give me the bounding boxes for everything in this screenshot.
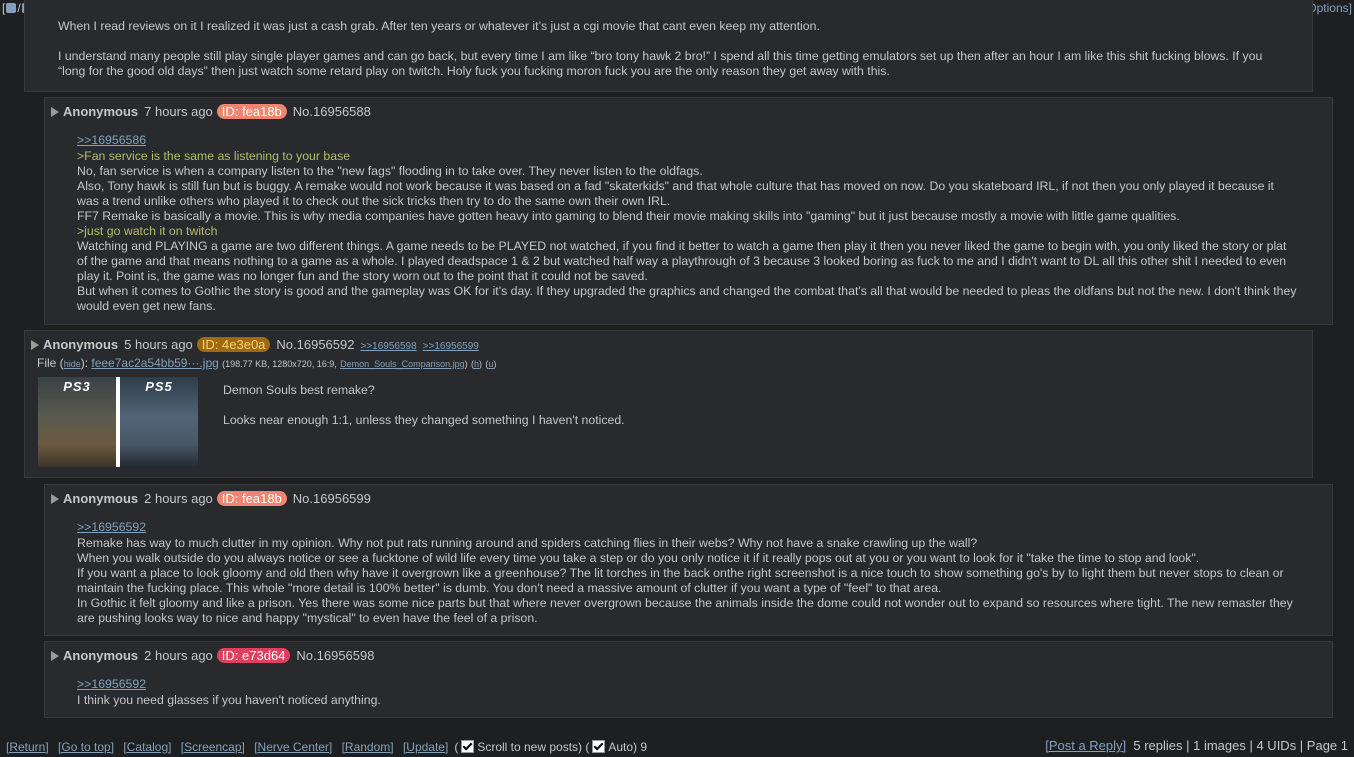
go-to-top-link[interactable]: [Go to top] (58, 740, 114, 754)
scroll-to-new-checkbox[interactable] (461, 740, 475, 753)
quote-link[interactable]: >>16956592 (77, 677, 146, 692)
post-header: Anonymous 5 hours ago ID: 4e3e0a No.1695659… (31, 337, 485, 355)
post-body: >>16956592 I think you need glasses if yo… (77, 677, 1297, 708)
backlink[interactable]: >>16956598 (360, 341, 416, 352)
greentext-line: >Fan service is the same as listening to… (77, 149, 351, 163)
hide-image-link[interactable]: hide (64, 359, 81, 369)
reply-post: Anonymous 5 hours ago ID: 4e3e0a No.1695659… (24, 330, 1313, 478)
scroll-to-new-label: Scroll to new posts) ( (477, 740, 590, 754)
home-icon[interactable] (6, 3, 17, 13)
poster-uid-badge[interactable]: ID: fea18b (216, 491, 287, 506)
post-number[interactable]: No.16956599 (293, 491, 371, 506)
reply-post: Anonymous 2 hours ago ID: fea18b No.1695659… (44, 484, 1333, 636)
thumb-label-left: PS3 (63, 379, 91, 394)
poster-name: Anonymous (63, 648, 139, 663)
return-link[interactable]: [Return] (6, 740, 49, 754)
collapse-triangle-icon[interactable] (51, 494, 59, 504)
file-info: File (hide): feee7ac2a54bb59···.jpg (198… (37, 356, 497, 370)
screencap-link[interactable]: [Screencap] (181, 740, 245, 754)
file-meta: (198.77 KB, 1280x720, 16:9, (222, 359, 337, 369)
post-date: 7 hours ago (144, 104, 213, 119)
post-number[interactable]: No.16956588 (293, 104, 371, 119)
post-text-line: Looks near enough 1:1, unless they chang… (223, 413, 625, 427)
poster-uid-badge[interactable]: ID: e73d64 (216, 648, 291, 663)
footer-nav: [Return] [Go to top] [Catalog] [Screenca… (6, 740, 648, 754)
post-date: 5 hours ago (124, 337, 193, 352)
post-text-line: Demon Souls best remake? (223, 383, 375, 397)
poster-uid-badge[interactable]: ID: fea18b (216, 104, 287, 119)
op-post: When I read reviews on it I realized it … (24, 0, 1313, 92)
op-paragraph: When I read reviews on it I realized it … (58, 19, 820, 33)
backlinks: >>16956598 >>16956599 (360, 341, 484, 352)
poster-uid-badge[interactable]: ID: 4e3e0a (196, 337, 271, 352)
nerve-center-link[interactable]: [Nerve Center] (254, 740, 332, 754)
post-body: >>16956586 >Fan service is the same as li… (77, 133, 1297, 314)
poster-name: Anonymous (43, 337, 119, 352)
post-body: >>16956592 Remake has way to much clutter… (77, 520, 1297, 626)
post-text-line: No, fan service is when a company listen… (77, 164, 703, 178)
auto-update-checkbox[interactable] (592, 740, 606, 753)
post-number[interactable]: No.16956592 (276, 337, 354, 352)
post-body: Demon Souls best remake? Looks near enoug… (223, 383, 1283, 428)
file-link[interactable]: feee7ac2a54bb59···.jpg (91, 356, 218, 370)
backlink[interactable]: >>16956599 (423, 341, 479, 352)
random-link[interactable]: [Random] (342, 740, 394, 754)
post-header: Anonymous 2 hours ago ID: fea18b No.1695659… (51, 491, 371, 507)
thumb-label-right: PS5 (145, 379, 173, 394)
poster-name: Anonymous (63, 104, 139, 119)
post-header: Anonymous 2 hours ago ID: e73d64 No.1695659… (51, 648, 374, 664)
auto-update-label: Auto) 9 (608, 740, 648, 754)
post-text-line: Watching and PLAYING a game are two diff… (77, 239, 1287, 283)
original-filename-link[interactable]: Demon_Souls_Comparison.jpg (340, 359, 465, 369)
op-paragraph: I understand many people still play sing… (58, 49, 1263, 78)
poster-name: Anonymous (63, 491, 139, 506)
post-date: 2 hours ago (144, 648, 213, 663)
post-text-line: FF7 Remake is basically a movie. This is… (77, 209, 1180, 223)
post-text-line: When you walk outside do you always noti… (77, 551, 1200, 565)
post-text-line: In Gothic it felt gloomy and like a pris… (77, 596, 1293, 625)
collapse-triangle-icon[interactable] (51, 651, 59, 661)
quote-link[interactable]: >>16956592 (77, 520, 146, 535)
post-number[interactable]: No.16956598 (296, 648, 374, 663)
bottom-bar: [Return] [Go to top] [Catalog] [Screenca… (0, 736, 1354, 755)
post-text-line: I think you need glasses if you haven't … (77, 693, 381, 707)
post-thumbnail-image[interactable]: PS3 PS5 (38, 377, 198, 467)
greentext-line: >just go watch it on twitch (77, 224, 218, 238)
catalog-link[interactable]: [Catalog] (123, 740, 171, 754)
thread-stats: [Post a Reply] 5 replies | 1 images | 4 … (1045, 736, 1348, 755)
post-text-line: If you want a place to look gloomy and o… (77, 566, 1284, 595)
post-text-line: But when it comes to Gothic the story is… (77, 284, 1297, 313)
post-reply-link[interactable]: [Post a Reply] (1045, 738, 1126, 753)
update-link[interactable]: [Update] (403, 740, 448, 754)
post-text-line: Also, Tony hawk is still fun but is bugg… (77, 179, 1274, 208)
reply-post: Anonymous 2 hours ago ID: e73d64 No.1695659… (44, 641, 1333, 718)
collapse-triangle-icon[interactable] (31, 340, 39, 350)
quote-link[interactable]: >>16956586 (77, 133, 146, 148)
post-header: Anonymous 7 hours ago ID: fea18b No.1695658… (51, 104, 371, 120)
reply-post: Anonymous 7 hours ago ID: fea18b No.1695658… (44, 97, 1333, 325)
post-text-line: Remake has way to much clutter in my opi… (77, 536, 978, 550)
post-date: 2 hours ago (144, 491, 213, 506)
collapse-triangle-icon[interactable] (51, 107, 59, 117)
thread-stats-text: 5 replies | 1 images | 4 UIDs | Page 1 (1133, 738, 1348, 753)
